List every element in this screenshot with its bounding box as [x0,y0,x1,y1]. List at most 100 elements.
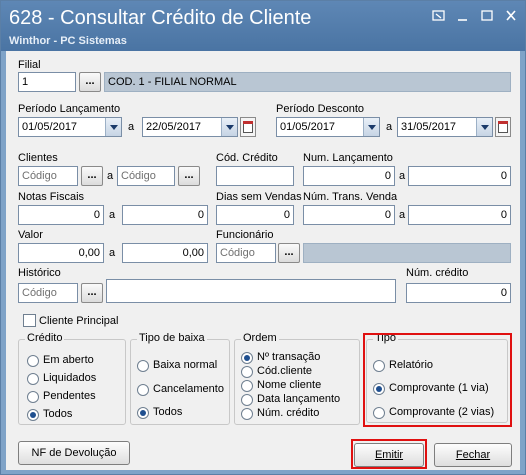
notas-fiscais-sep: a [109,209,116,221]
dias-sem-vendas-label: Dias sem Vendas [216,191,302,203]
title-bar[interactable]: 628 - Consultar Crédito de Cliente Winth… [1,1,525,51]
funcionario-code-input[interactable]: Código [216,243,276,263]
cliente-principal-label: Cliente Principal [39,315,119,327]
filial-code-input[interactable]: 1 [18,72,76,92]
valor-to-input[interactable]: 0,00 [122,243,208,263]
tipo-baixa-option-label: Baixa normal [153,359,218,371]
num-credito-input[interactable]: 0 [406,283,511,303]
cod-credito-label: Cód. Crédito [216,152,278,164]
periodo-desconto-start-date[interactable]: 01/05/2017 [276,117,380,137]
restore-icon[interactable] [429,10,449,26]
dropdown-arrow-icon[interactable] [221,118,237,136]
tipo-baixa-group-title: Tipo de baixa [137,332,207,344]
filial-description: COD. 1 - FILIAL NORMAL [104,72,511,92]
fechar-button[interactable]: Fechar [434,443,512,467]
calendar-icon[interactable] [240,117,256,137]
clientes-to-search-button[interactable]: ... [178,166,200,186]
ordem-option-num-credito[interactable] [241,408,253,420]
window: 628 - Consultar Crédito de Cliente Winth… [0,0,526,475]
cliente-principal-checkbox[interactable] [23,314,36,327]
credito-option-pendentes[interactable] [27,391,39,403]
num-trans-venda-to-input[interactable]: 0 [408,205,511,225]
dias-sem-vendas-input[interactable]: 0 [216,205,294,225]
ordem-option-label: Nº transação [257,351,321,363]
ordem-option-nome-cliente[interactable] [241,380,253,392]
maximize-icon[interactable] [477,10,497,26]
periodo-lancamento-start-date[interactable]: 01/05/2017 [18,117,122,137]
ordem-option-label: Cód.cliente [257,365,313,377]
ordem-option-cod-cliente[interactable] [241,366,253,378]
ordem-option-n-transacao[interactable] [241,352,253,364]
notas-fiscais-to-input[interactable]: 0 [122,205,208,225]
window-title: 628 - Consultar Crédito de Cliente [9,7,312,29]
emitir-highlight-box [351,439,427,469]
tipo-baixa-option-cancelamento[interactable] [137,384,149,396]
periodo-lancamento-end-date[interactable]: 22/05/2017 [142,117,238,137]
credito-option-em-aberto[interactable] [27,355,39,367]
clientes-from-input[interactable]: Código [18,166,78,186]
clientes-to-input[interactable]: Código [117,166,175,186]
periodo-desconto-label: Período Desconto [276,103,365,115]
credito-group: Crédito Em aberto Liquidados Pendentes T… [18,332,126,425]
historico-description-input[interactable] [106,279,396,303]
credito-group-title: Crédito [25,332,65,344]
funcionario-name-display [303,243,511,263]
num-trans-venda-sep: a [399,209,406,221]
tipo-baixa-option-todos[interactable] [137,407,149,419]
filial-label: Filial [18,59,41,71]
periodo-lancamento-label: Período Lançamento [18,103,121,115]
cod-credito-input[interactable] [216,166,294,186]
periodo-lancamento-sep: a [128,121,135,133]
historico-label: Histórico [18,267,61,279]
form-area: Filial 1 ... COD. 1 - FILIAL NORMAL Perí… [6,51,520,470]
tipo-baixa-option-label: Todos [153,406,183,418]
funcionario-search-button[interactable]: ... [278,243,300,263]
fechar-button-label: Fechar [455,449,491,461]
ordem-option-data-lancamento[interactable] [241,394,253,406]
num-credito-label: Núm. crédito [406,267,469,279]
ordem-option-label: Data lançamento [257,393,341,405]
valor-sep: a [109,247,116,259]
calendar-icon[interactable] [495,117,511,137]
notas-fiscais-from-input[interactable]: 0 [18,205,104,225]
clientes-sep: a [107,170,114,182]
notas-fiscais-label: Notas Fiscais [18,191,85,203]
valor-from-input[interactable]: 0,00 [18,243,104,263]
funcionario-label: Funcionário [216,229,274,241]
num-trans-venda-from-input[interactable]: 0 [303,205,395,225]
credito-option-todos[interactable] [27,409,39,421]
credito-option-liquidados[interactable] [27,373,39,385]
dropdown-arrow-icon[interactable] [476,118,492,136]
ordem-group-title: Ordem [241,332,279,344]
historico-search-button[interactable]: ... [81,283,103,303]
historico-code-input[interactable]: Código [18,283,78,303]
num-lancamento-label: Num. Lançamento [303,152,393,164]
window-subtitle: Winthor - PC Sistemas [9,35,127,47]
credito-option-label: Todos [43,408,73,420]
ordem-option-label: Nome cliente [257,379,322,391]
credito-option-label: Em aberto [43,354,94,366]
filial-search-button[interactable]: ... [79,72,101,92]
num-lancamento-sep: a [399,170,406,182]
dropdown-arrow-icon[interactable] [363,118,379,136]
clientes-label: Clientes [18,152,58,164]
credito-option-label: Pendentes [43,390,96,402]
dropdown-arrow-icon[interactable] [105,118,121,136]
tipo-baixa-group: Tipo de baixa Baixa normal Cancelamento … [130,332,230,425]
num-lancamento-to-input[interactable]: 0 [408,166,511,186]
close-icon[interactable] [501,10,521,26]
periodo-desconto-sep: a [386,121,393,133]
ordem-option-label: Núm. crédito [257,407,320,419]
ordem-group: Ordem Nº transação Cód.cliente Nome clie… [234,332,360,425]
tipo-highlight-box [363,333,512,427]
num-lancamento-from-input[interactable]: 0 [303,166,395,186]
periodo-desconto-end-date[interactable]: 31/05/2017 [397,117,493,137]
nf-devolucao-button[interactable]: NF de Devolução [18,441,130,465]
credito-option-label: Liquidados [43,372,97,384]
clientes-from-search-button[interactable]: ... [81,166,103,186]
valor-label: Valor [18,229,43,241]
tipo-baixa-option-label: Cancelamento [153,383,224,395]
minimize-icon[interactable] [453,10,473,26]
num-trans-venda-label: Núm. Trans. Venda [303,191,398,203]
tipo-baixa-option-baixa-normal[interactable] [137,360,149,372]
